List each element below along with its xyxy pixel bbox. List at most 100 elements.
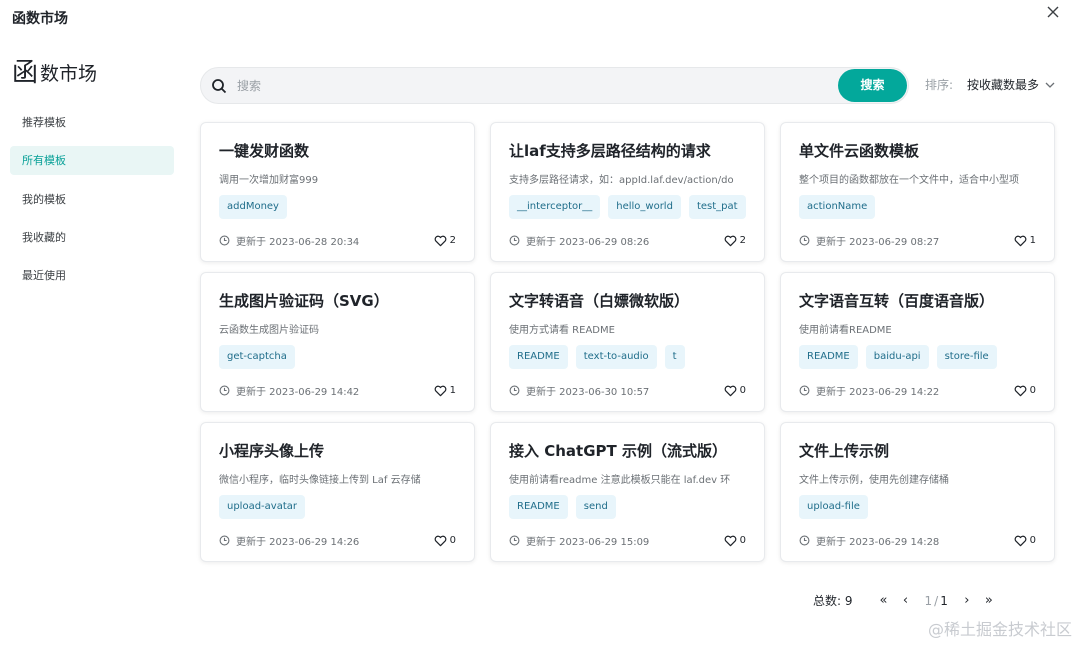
template-card[interactable]: 文字语音互转（百度语音版） 使用前请看README README baidu-api s… (780, 272, 1055, 412)
template-tag[interactable]: test_pat (688, 195, 746, 219)
like-count[interactable]: 1 (434, 385, 456, 397)
template-tag[interactable]: upload-avatar (219, 495, 305, 519)
heart-icon[interactable] (724, 235, 737, 247)
like-number: 1 (1029, 235, 1036, 246)
clock-icon (219, 235, 230, 246)
card-description: 云函数生成图片验证码 (219, 325, 319, 335)
total-pages: 1 (940, 593, 948, 608)
heart-icon[interactable] (724, 535, 737, 547)
clock-icon (509, 535, 520, 546)
card-title: 一键发财函数 (219, 142, 310, 160)
last-page-button[interactable]: » (978, 593, 1000, 608)
first-page-button[interactable]: « (873, 593, 895, 608)
search-bar: 搜索 (200, 67, 909, 104)
heart-icon[interactable] (724, 385, 737, 397)
tag-list: addMoney (219, 195, 456, 219)
updated-time: 更新于 2023-06-30 10:57 (526, 387, 650, 398)
sort-dropdown[interactable]: 按收藏数最多 (967, 76, 1055, 93)
window-title: 函数市场 (12, 11, 68, 27)
updated-info: 更新于 2023-06-29 14:42 (219, 383, 359, 398)
template-tag[interactable]: t (664, 345, 685, 369)
like-count[interactable]: 2 (434, 235, 456, 247)
template-card[interactable]: 小程序头像上传微信小程序，临时头像链接上传到 Laf 云存储 upload-ava… (200, 422, 475, 562)
template-card[interactable]: 接入 ChatGPT 示例（流式版） 使用前请看readme 注意此模板只能在 l… (490, 422, 765, 562)
heart-icon[interactable] (1014, 535, 1027, 547)
close-button[interactable] (1046, 4, 1066, 24)
sidebar-item[interactable]: 推荐模板 (10, 108, 174, 137)
template-card[interactable]: 生成图片验证码（SVG） 云函数生成图片验证码 get-captcha 更新于 202… (200, 272, 475, 412)
tag-list: upload-file (799, 495, 1036, 519)
like-count[interactable]: 0 (724, 535, 746, 547)
template-tag[interactable]: addMoney (219, 195, 287, 219)
search-input[interactable] (237, 76, 817, 96)
template-tag[interactable]: hello_world (608, 195, 681, 219)
logo-icon: 函 (12, 58, 39, 88)
sidebar-item[interactable]: 所有模板 (10, 146, 174, 176)
template-grid: 一键发财函数调用一次增加财富999 addMoney 更新于 2023-06-28 … (200, 122, 1055, 562)
card-title: 单文件云函数模板 (799, 142, 920, 160)
heart-icon[interactable] (1014, 385, 1027, 397)
template-tag[interactable]: get-captcha (219, 345, 295, 369)
sidebar-item[interactable]: 我收藏的 (10, 223, 174, 252)
template-card[interactable]: 让laf支持多层路径结构的请求 支持多层路径请求，如：appId.laf.dev/… (490, 122, 765, 262)
total-count: 总数: 9 (813, 594, 853, 608)
card-description: 微信小程序，临时头像链接上传到 Laf 云存储 (219, 475, 421, 485)
card-description: 文件上传示例，使用先创建存储桶 (799, 475, 949, 485)
card-footer: 更新于 2023-06-29 14:28 0 (799, 533, 1036, 548)
card-footer: 更新于 2023-06-29 14:42 1 (219, 383, 456, 398)
template-tag[interactable]: baidu-api (865, 345, 929, 369)
card-description: 使用方式请看 README (509, 325, 615, 335)
template-tag[interactable]: store-file (936, 345, 997, 369)
updated-info: 更新于 2023-06-29 08:26 (509, 233, 649, 248)
template-card[interactable]: 单文件云函数模板 整个项目的函数都放在一个文件中，适合中小型项 actionName… (780, 122, 1055, 262)
tag-list: README send (509, 495, 746, 519)
like-count[interactable]: 0 (1014, 385, 1036, 397)
sidebar-item[interactable]: 我的模板 (10, 185, 174, 214)
card-title: 生成图片验证码（SVG） (219, 292, 389, 310)
prev-page-button[interactable]: ‹ (895, 593, 917, 608)
template-card[interactable]: 文件上传示例文件上传示例，使用先创建存储桶 upload-file 更新于 2023… (780, 422, 1055, 562)
like-count[interactable]: 2 (724, 235, 746, 247)
template-card[interactable]: 一键发财函数调用一次增加财富999 addMoney 更新于 2023-06-28 … (200, 122, 475, 262)
sort-value: 按收藏数最多 (967, 78, 1040, 92)
card-description: 调用一次增加财富999 (219, 175, 319, 185)
page-separator: / (934, 593, 939, 608)
search-button[interactable]: 搜索 (838, 69, 907, 102)
template-tag[interactable]: upload-file (799, 495, 868, 519)
template-card[interactable]: 文字转语音（白嫖微软版） 使用方式请看 README README text-to-a… (490, 272, 765, 412)
updated-time: 更新于 2023-06-29 14:26 (236, 537, 360, 548)
card-title: 文字语音互转（百度语音版） (799, 292, 995, 310)
updated-time: 更新于 2023-06-29 14:22 (816, 387, 940, 398)
card-footer: 更新于 2023-06-29 14:26 0 (219, 533, 456, 548)
sort-control: 排序: 按收藏数最多 (925, 76, 1055, 93)
tag-list: README baidu-api store-file (799, 345, 1036, 369)
template-tag[interactable]: actionName (799, 195, 876, 219)
updated-time: 更新于 2023-06-29 08:27 (816, 237, 940, 248)
next-page-button[interactable]: › (956, 593, 978, 608)
template-tag[interactable]: send (575, 495, 616, 519)
like-count[interactable]: 1 (1014, 235, 1036, 247)
template-tag[interactable]: __interceptor__ (509, 195, 601, 219)
like-count[interactable]: 0 (434, 535, 456, 547)
card-description: 使用前请看readme 注意此模板只能在 laf.dev 环 (509, 475, 731, 485)
heart-icon[interactable] (1014, 235, 1027, 247)
heart-icon[interactable] (434, 385, 447, 397)
heart-icon[interactable] (434, 535, 447, 547)
like-number: 2 (449, 235, 456, 246)
template-tag[interactable]: README (509, 345, 568, 369)
template-tag[interactable]: README (799, 345, 858, 369)
like-count[interactable]: 0 (724, 385, 746, 397)
clock-icon (799, 385, 810, 396)
tag-list: get-captcha (219, 345, 456, 369)
sidebar-item[interactable]: 最近使用 (10, 261, 174, 290)
updated-info: 更新于 2023-06-28 20:34 (219, 233, 359, 248)
like-number: 0 (1029, 535, 1036, 546)
card-title: 文件上传示例 (799, 442, 890, 460)
like-count[interactable]: 0 (1014, 535, 1036, 547)
current-page: 1 (924, 593, 933, 608)
template-tag[interactable]: README (509, 495, 568, 519)
card-title: 小程序头像上传 (219, 442, 325, 460)
heart-icon[interactable] (434, 235, 447, 247)
updated-time: 更新于 2023-06-28 20:34 (236, 237, 360, 248)
template-tag[interactable]: text-to-audio (575, 345, 657, 369)
